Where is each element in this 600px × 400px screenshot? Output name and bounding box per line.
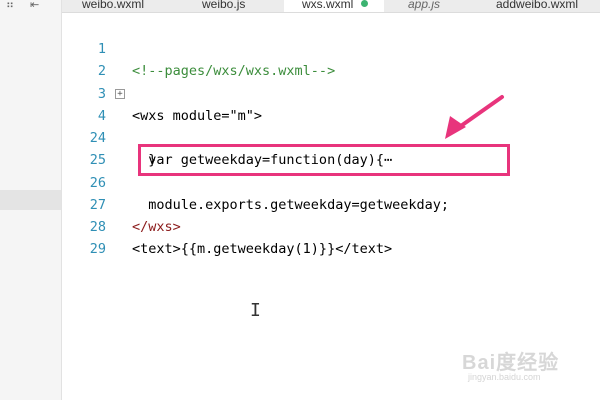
annotation-arrow-icon	[445, 95, 504, 139]
watermark: Bai度经验 jingyan.baidu.com	[462, 346, 592, 386]
watermark-logo: Bai度经验	[462, 352, 560, 374]
watermark-url: jingyan.baidu.com	[468, 372, 541, 382]
text-cursor-icon: I	[250, 300, 261, 321]
